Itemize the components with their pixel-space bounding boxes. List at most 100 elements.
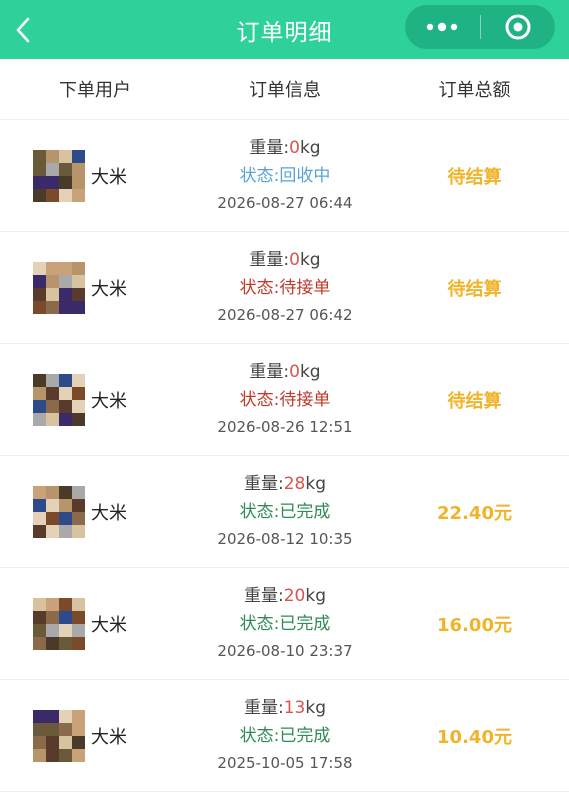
order-total: 16.00元 — [437, 614, 512, 636]
avatar-pixel — [46, 162, 59, 176]
avatar-pixel — [33, 149, 46, 163]
avatar-pixel — [46, 175, 59, 189]
avatar-pixel — [46, 261, 59, 275]
avatar-pixel — [33, 162, 46, 176]
order-weight: 重量:20kg — [190, 583, 380, 610]
more-button[interactable] — [405, 5, 480, 49]
avatar-pixel — [72, 597, 85, 611]
avatar-pixel — [72, 748, 85, 762]
header-user: 下单用户 — [59, 80, 131, 101]
avatar-pixel — [33, 597, 46, 611]
avatar-pixel — [59, 188, 72, 202]
user-name: 大米 — [91, 278, 127, 300]
back-button[interactable] — [14, 0, 54, 59]
avatar-pixel — [72, 735, 85, 749]
avatar-pixel — [59, 623, 72, 637]
order-row[interactable]: 大米 重量:13kg 状态:已完成 2025-10-05 17:58 10.40… — [0, 680, 569, 792]
nav-bar: 订单明细 — [0, 0, 569, 59]
avatar-pixel — [46, 300, 59, 314]
avatar-pixel — [72, 373, 85, 387]
header-info: 订单信息 — [249, 80, 321, 101]
weight-value: 28 — [283, 474, 306, 494]
weight-value: 20 — [283, 586, 306, 606]
user-name: 大米 — [91, 390, 127, 412]
order-weight: 重量:0kg — [190, 247, 380, 274]
avatar-pixel — [72, 722, 85, 736]
avatar-pixel — [33, 722, 46, 736]
avatar-pixel — [33, 373, 46, 387]
weight-value: 13 — [283, 698, 306, 718]
avatar-pixel — [59, 175, 72, 189]
weight-label: 重量: — [243, 474, 284, 494]
avatar-pixel — [59, 709, 72, 723]
weight-value: 0 — [289, 250, 300, 270]
avatar-pixel — [33, 274, 46, 288]
order-row[interactable]: 大米 重量:0kg 状态:回收中 2026-08-27 06:44 待结算 — [0, 120, 569, 232]
avatar-pixel — [59, 511, 72, 525]
avatar-pixel — [46, 188, 59, 202]
avatar-pixel — [59, 636, 72, 650]
avatar-pixel — [59, 412, 72, 426]
avatar-pixel — [33, 412, 46, 426]
user-name: 大米 — [91, 502, 127, 524]
header-total: 订单总额 — [438, 80, 511, 101]
avatar-pixel — [72, 175, 85, 189]
weight-label: 重量: — [249, 250, 290, 270]
mini-program-capsule — [405, 5, 555, 49]
order-row[interactable]: 大米 重量:28kg 状态:已完成 2026-08-12 10:35 22.40… — [0, 456, 569, 568]
user-name: 大米 — [91, 614, 127, 636]
order-time: 2026-08-12 10:35 — [217, 530, 353, 548]
avatar-pixel — [72, 287, 85, 301]
avatar-pixel — [59, 373, 72, 387]
order-weight: 重量:13kg — [190, 695, 380, 722]
weight-unit: kg — [305, 586, 326, 606]
weight-label: 重量: — [243, 698, 284, 718]
order-time: 2025-10-05 17:58 — [217, 754, 353, 772]
order-total: 待结算 — [447, 278, 502, 300]
avatar-pixel — [46, 149, 59, 163]
order-row[interactable]: 大米 重量:20kg 状态:已完成 2026-08-10 23:37 16.00… — [0, 568, 569, 680]
avatar-pixel — [59, 300, 72, 314]
avatar-pixel — [59, 261, 72, 275]
weight-unit: kg — [305, 698, 326, 718]
order-time: 2026-08-27 06:42 — [217, 306, 353, 324]
avatar-pixel — [59, 597, 72, 611]
avatar-pixel — [59, 274, 72, 288]
order-status: 状态:回收中 — [239, 166, 331, 186]
more-dots-icon — [427, 22, 458, 32]
avatar-pixel — [72, 300, 85, 314]
avatar-pixel — [33, 511, 46, 525]
avatar-pixel — [72, 261, 85, 275]
avatar — [33, 373, 85, 426]
avatar-pixel — [33, 709, 46, 723]
order-status: 状态:待接单 — [239, 278, 331, 298]
chevron-left-icon — [16, 17, 30, 42]
avatar-pixel — [33, 175, 46, 189]
order-time: 2026-08-10 23:37 — [217, 642, 353, 660]
weight-label: 重量: — [249, 362, 290, 382]
avatar-pixel — [72, 149, 85, 163]
avatar-pixel — [72, 485, 85, 499]
avatar-pixel — [46, 623, 59, 637]
order-time: 2026-08-27 06:44 — [217, 194, 353, 212]
avatar — [33, 261, 85, 314]
avatar-pixel — [46, 412, 59, 426]
avatar-pixel — [46, 373, 59, 387]
close-button[interactable] — [481, 5, 556, 49]
avatar-pixel — [33, 498, 46, 512]
avatar-pixel — [72, 524, 85, 538]
avatar-pixel — [59, 386, 72, 400]
avatar-pixel — [72, 623, 85, 637]
avatar-pixel — [72, 386, 85, 400]
target-circle-icon — [505, 14, 531, 40]
order-row[interactable]: 大米 重量:0kg 状态:待接单 2026-08-26 12:51 待结算 — [0, 344, 569, 456]
avatar-pixel — [59, 524, 72, 538]
avatar-pixel — [46, 274, 59, 288]
order-row[interactable]: 大米 重量:0kg 状态:待接单 2026-08-27 06:42 待结算 — [0, 232, 569, 344]
avatar-pixel — [46, 597, 59, 611]
avatar-pixel — [33, 524, 46, 538]
page-title: 订单明细 — [236, 19, 333, 46]
avatar-pixel — [33, 300, 46, 314]
avatar-pixel — [59, 287, 72, 301]
order-total: 22.40元 — [437, 502, 512, 524]
